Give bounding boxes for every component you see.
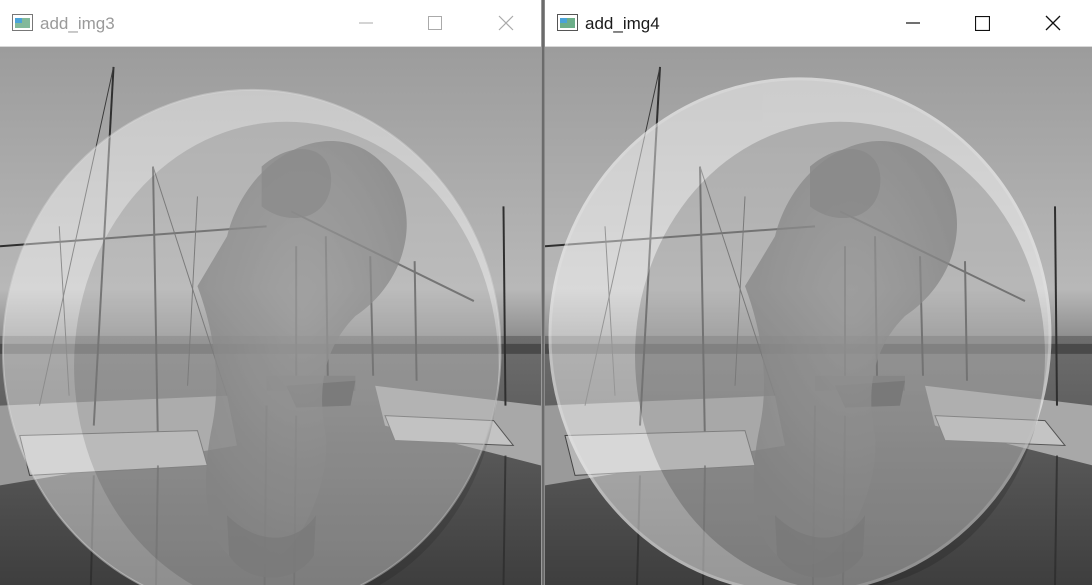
close-icon — [1045, 15, 1061, 31]
close-button[interactable] — [483, 0, 529, 46]
maximize-icon — [428, 16, 442, 30]
blended-grayscale-image — [545, 47, 1092, 585]
window-title: add_img4 — [585, 14, 660, 33]
minimize-button[interactable] — [890, 0, 936, 46]
image-window-icon — [12, 14, 33, 31]
window-title: add_img3 — [40, 14, 115, 33]
minimize-button[interactable] — [343, 0, 389, 46]
blended-grayscale-image — [0, 47, 541, 585]
titlebar[interactable]: add_img3 — [0, 0, 541, 47]
titlebar[interactable]: add_img4 — [545, 0, 1092, 47]
maximize-button[interactable] — [412, 0, 458, 46]
image-canvas — [0, 47, 541, 585]
maximize-icon — [974, 15, 990, 31]
close-button[interactable] — [1030, 0, 1076, 46]
maximize-button[interactable] — [959, 0, 1005, 46]
image-canvas — [545, 47, 1092, 585]
minimize-icon — [359, 16, 373, 30]
close-icon — [498, 15, 514, 31]
image-window-icon — [557, 14, 578, 31]
minimize-icon — [906, 16, 920, 30]
image-window-right[interactable]: add_img4 — [544, 0, 1092, 585]
image-window-left[interactable]: add_img3 — [0, 0, 542, 585]
